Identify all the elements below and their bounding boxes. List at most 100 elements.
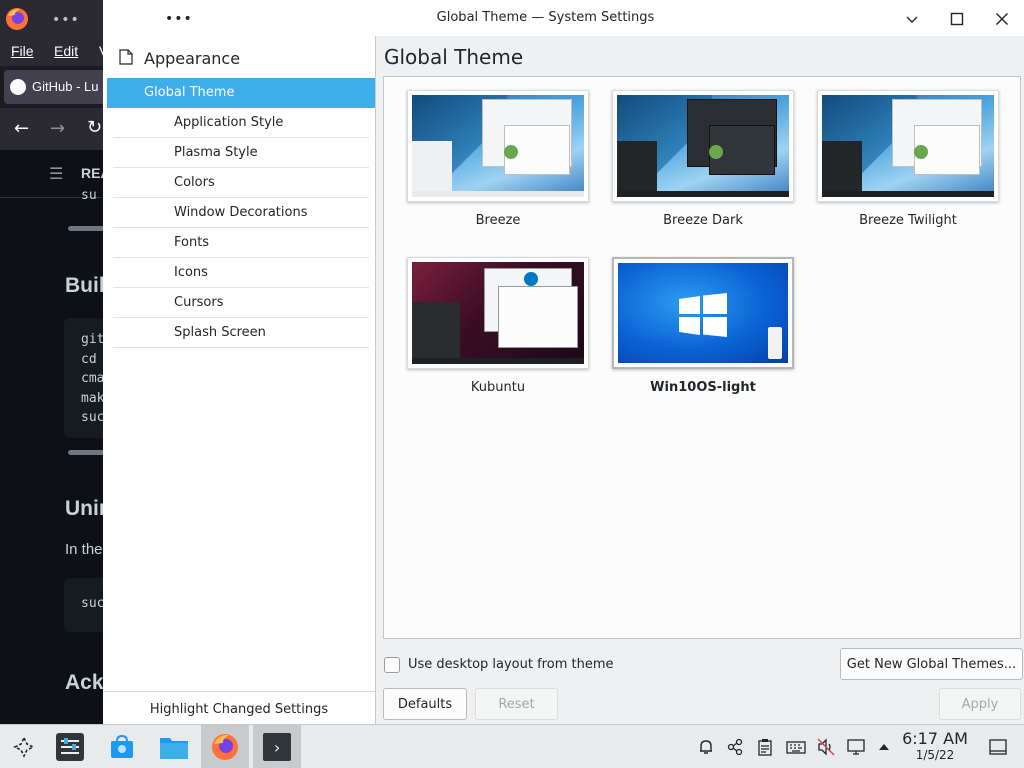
clock-time: 6:17 AM [902,729,968,748]
theme-preview [407,257,589,369]
sidebar-item-icons[interactable]: Icons [113,258,369,288]
system-settings-window: ••• Global Theme — System Settings Appea… [103,0,1024,724]
button-label: Get New Global Themes... [846,656,1017,672]
theme-tile-kubuntu[interactable]: Kubuntu [407,257,593,397]
sidebar-item-label: Window Decorations [174,205,308,220]
sidebar-category-title: Appearance [144,49,241,68]
github-readme-page: ☰ REA su Buil git cd cma mak suc Unin In… [0,150,110,724]
clipboard-icon[interactable] [755,737,775,757]
highlight-changed-settings-button[interactable]: Highlight Changed Settings [103,691,375,724]
digital-clock[interactable]: 6:17 AM 1/5/22 [895,729,975,762]
sidebar-item-cursors[interactable]: Cursors [113,288,369,318]
back-page-icon[interactable] [119,49,133,69]
heading-ack: Ack [65,671,104,694]
sidebar-item-label: Cursors [174,295,224,310]
code-scrollbar[interactable] [68,226,108,231]
network-share-icon[interactable] [725,737,745,757]
firefox-menubar: File Edit V [0,36,110,66]
page-title: Global Theme [384,45,524,69]
notifications-icon[interactable] [696,737,716,757]
menu-edit[interactable]: Edit [54,43,78,59]
theme-name: Breeze Twilight [859,213,957,228]
discover-store-icon[interactable] [98,725,146,768]
close-button[interactable] [989,6,1015,32]
expand-tray-icon[interactable] [874,737,894,757]
sidebar-item-label: Global Theme [144,85,235,100]
sidebar-item-label: Colors [174,175,215,190]
sidebar-item-label: Icons [174,265,208,280]
keyboard-icon[interactable] [786,737,806,757]
menu-file[interactable]: File [11,43,34,59]
windows-logo-icon [677,293,729,337]
theme-preview [407,90,589,202]
tab-title: GitHub - Lu [32,79,99,94]
page-footer: Use desktop layout from theme Get New Gl… [376,639,1024,724]
sidebar-item-application-style[interactable]: Application Style [113,108,369,138]
sidebar-item-label: Plasma Style [174,145,258,160]
terminal-icon[interactable]: › [253,725,301,768]
file-manager-icon[interactable] [150,725,198,768]
reset-button[interactable]: Reset [475,688,558,720]
theme-preview [612,90,794,202]
firefox-logo-icon[interactable] [4,6,30,32]
theme-preview [817,90,999,202]
heading-build: Buil [65,274,105,297]
firefox-taskbar-icon[interactable] [201,725,249,768]
uninstall-text: In the [65,541,103,558]
firefox-titlebar: ••• [0,0,110,36]
list-icon[interactable]: ☰ [49,164,63,183]
readme-snippet: su [81,188,97,203]
use-desktop-layout-checkbox[interactable] [384,657,400,673]
theme-tile-breeze[interactable]: Breeze [407,90,593,230]
code-scrollbar[interactable] [68,450,108,455]
sidebar-item-global-theme[interactable]: Global Theme [107,78,375,108]
get-new-global-themes-button[interactable]: Get New Global Themes... [840,648,1023,680]
volume-muted-icon[interactable] [816,737,836,757]
use-desktop-layout-label[interactable]: Use desktop layout from theme [408,657,613,672]
button-label: Defaults [397,696,453,712]
theme-tile-breeze-twilight[interactable]: Breeze Twilight [817,90,1003,230]
app-launcher-icon[interactable] [0,725,48,768]
firefox-tab-github[interactable]: GitHub - Lu [4,70,114,104]
sidebar-item-plasma-style[interactable]: Plasma Style [113,138,369,168]
global-theme-page: Global Theme Breeze Breeze Dark Breeze T… [376,36,1024,724]
back-icon[interactable]: ← [14,118,29,139]
firefox-window: ••• File Edit V GitHub - Lu ← → ↻ ☰ REA … [0,0,114,724]
sidebar-item-splash-screen[interactable]: Splash Screen [113,318,369,348]
show-desktop-icon[interactable] [988,737,1008,757]
reload-icon[interactable]: ↻ [87,117,102,138]
maximize-button[interactable] [944,6,970,32]
sidebar-item-window-decorations[interactable]: Window Decorations [113,198,369,228]
firefox-tabstrip: GitHub - Lu [0,66,114,108]
window-titlebar[interactable]: ••• Global Theme — System Settings [103,0,1024,36]
sidebar-item-label: Fonts [174,235,210,250]
theme-name: Breeze Dark [663,213,743,228]
sidebar-item-label: Application Style [174,115,284,130]
theme-name: Breeze [475,213,521,228]
minimize-button[interactable] [899,6,925,32]
clock-date: 1/5/22 [915,748,955,762]
theme-tile-breeze-dark[interactable]: Breeze Dark [612,90,798,230]
window-title: Global Theme — System Settings [436,10,655,25]
firefox-more-icon[interactable]: ••• [52,12,80,28]
display-icon[interactable] [846,737,866,757]
theme-name: Kubuntu [470,380,526,395]
theme-name: Win10OS-light [650,380,756,395]
sidebar-item-fonts[interactable]: Fonts [113,228,369,258]
sidebar-header: Appearance [103,36,375,76]
highlight-changed-label: Highlight Changed Settings [149,702,329,717]
settings-sidebar: Appearance Global Theme Application Styl… [103,36,376,724]
apply-button[interactable]: Apply [939,688,1021,720]
button-label: Apply [961,696,999,712]
firefox-navbar: ← → ↻ [0,108,110,150]
system-settings-icon[interactable] [46,725,94,768]
theme-grid: Breeze Breeze Dark Breeze Twilight Kubun… [383,76,1021,639]
defaults-button[interactable]: Defaults [383,688,467,720]
github-icon [10,79,26,95]
forward-icon[interactable]: → [50,118,65,139]
button-label: Reset [498,696,535,712]
sidebar-item-colors[interactable]: Colors [113,168,369,198]
theme-preview [612,257,794,369]
sidebar-item-label: Splash Screen [174,325,266,340]
theme-tile-win10os-light[interactable]: Win10OS-light [612,257,798,397]
